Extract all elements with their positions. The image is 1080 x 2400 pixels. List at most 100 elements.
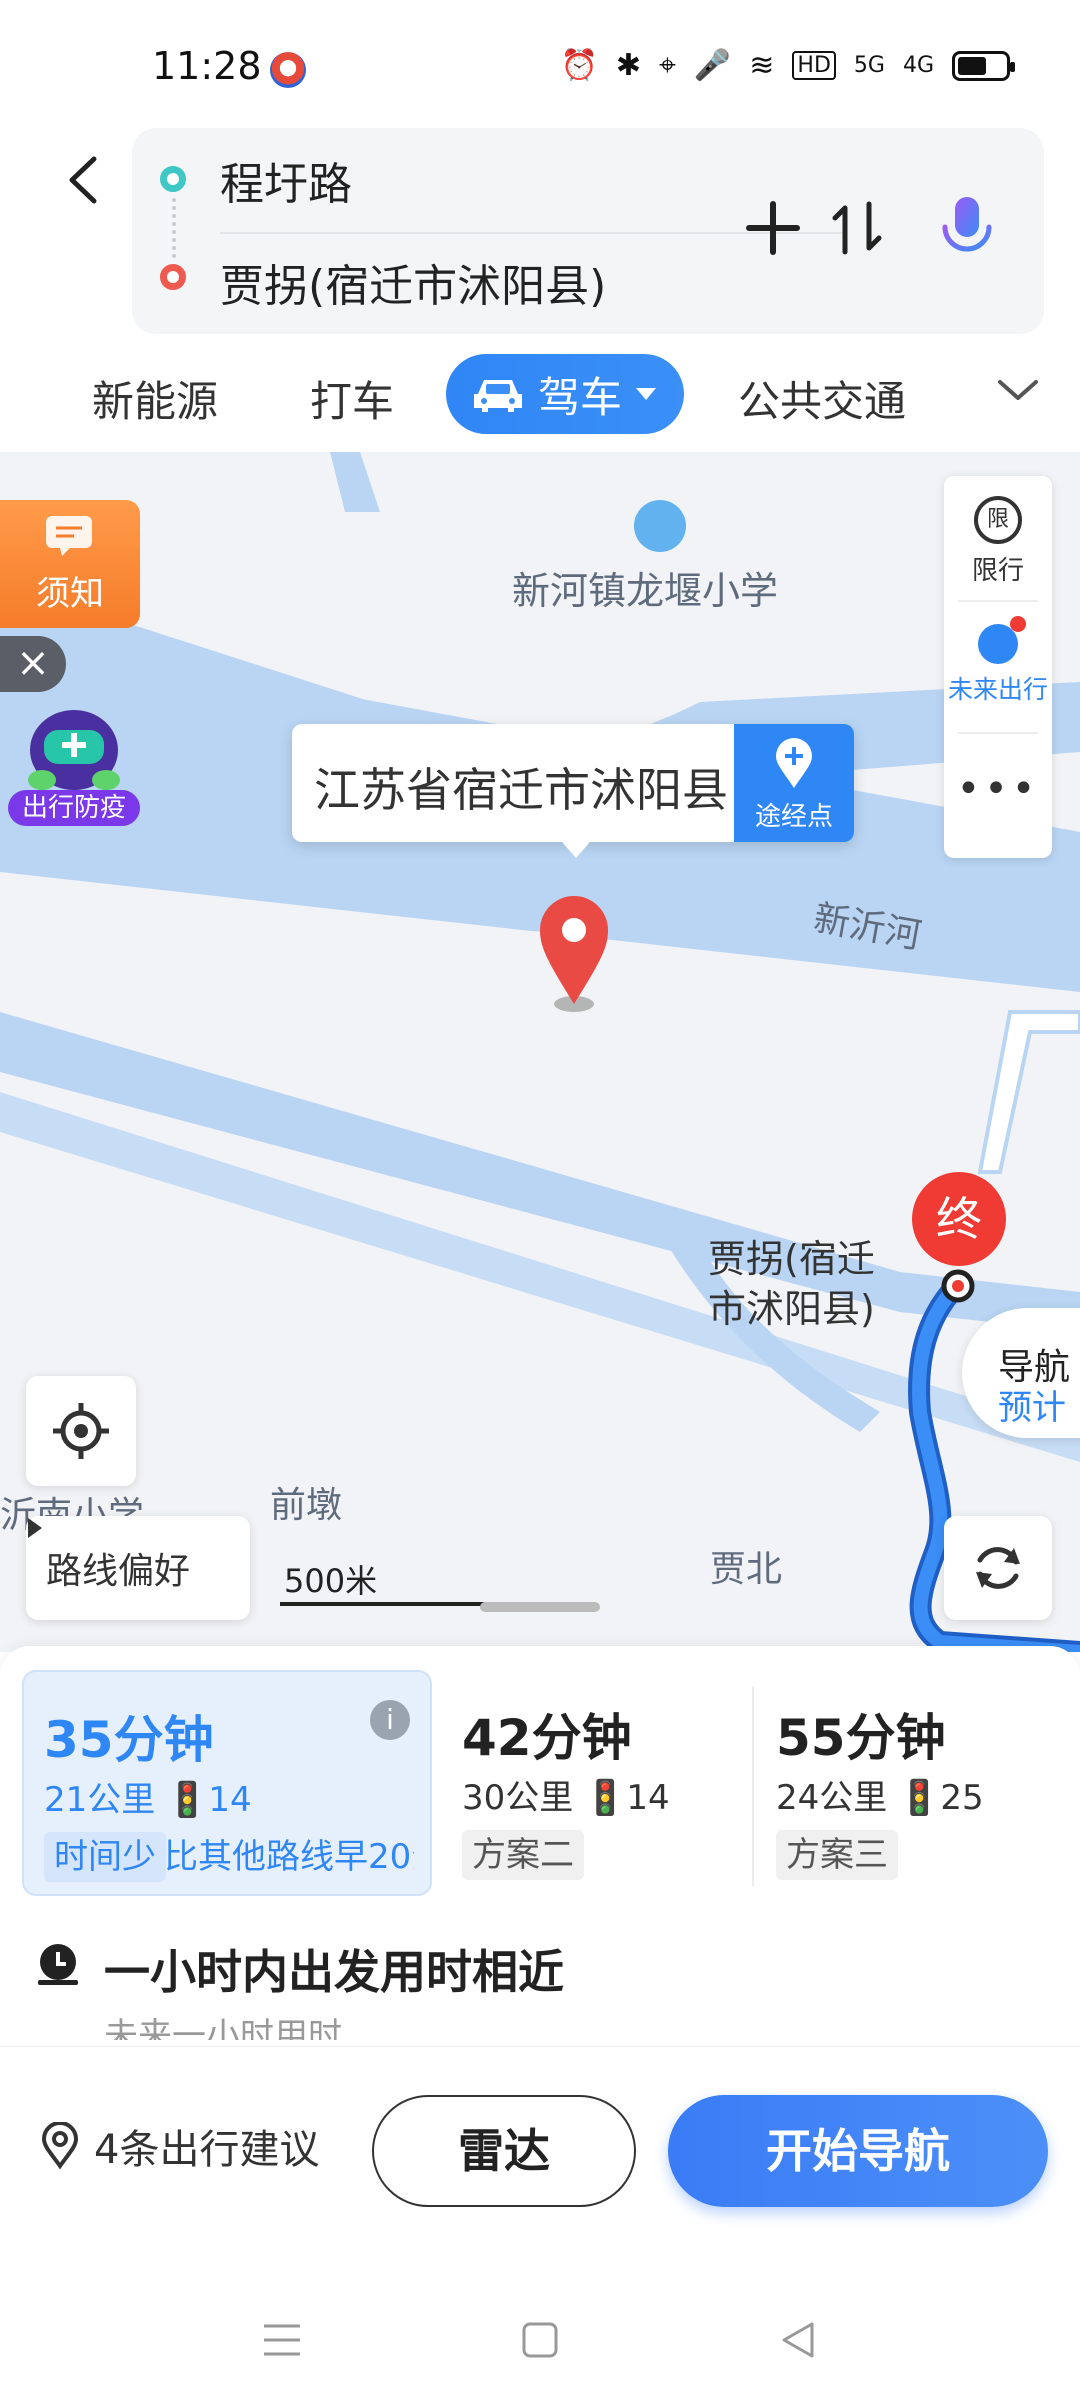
popup-address: 江苏省宿迁市沭阳县: [314, 763, 728, 817]
microphone-icon: [942, 197, 992, 262]
baidu-app-icon: [270, 52, 306, 88]
travel-epidemic-button[interactable]: 出行防疫: [8, 700, 140, 832]
status-bar: 11:28 ⏰ ✱ ⌖ 🎤 ≋ HD 5G 4G: [0, 0, 1080, 130]
route-distance: 21公里: [44, 1780, 156, 1820]
route-tag: 时间少: [44, 1832, 166, 1882]
future-travel-button[interactable]: 未来出行: [944, 616, 1052, 706]
triangle-back-icon: [782, 2322, 814, 2358]
clock-icon: [38, 1944, 78, 1985]
location-outline-icon: [41, 2122, 79, 2170]
menu-button[interactable]: [252, 2310, 312, 2370]
restriction-button[interactable]: 限 限行: [944, 496, 1052, 587]
hd-icon: HD: [792, 51, 836, 80]
locate-button[interactable]: [26, 1376, 136, 1486]
location-popup[interactable]: 江苏省宿迁市沭阳县 途经点: [292, 724, 854, 858]
route-preference-label: 路线偏好: [46, 1551, 191, 1592]
route-meta: 30公里 🚦14: [462, 1770, 670, 1819]
system-navigation-bar: [0, 2270, 1080, 2400]
action-bar: 4条出行建议 雷达 开始导航: [0, 2046, 1080, 2207]
notice-label: 须知: [36, 574, 104, 614]
destination-field[interactable]: 贾拐(宿迁市沭阳县): [220, 250, 606, 314]
add-waypoint-popup-button[interactable]: 途经点: [734, 724, 854, 842]
wifi-icon: ≋: [749, 48, 775, 83]
route-input-card: 程圩路 贾拐(宿迁市沭阳县): [132, 128, 1044, 334]
route-option-2[interactable]: 42分钟 30公里 🚦14 方案二: [442, 1670, 742, 1896]
close-icon[interactable]: ×: [0, 636, 66, 692]
status-icons: ⏰ ✱ ⌖ 🎤 ≋ HD 5G 4G: [561, 48, 1015, 83]
voice-input-button[interactable]: [932, 193, 1002, 263]
home-button[interactable]: [510, 2310, 570, 2370]
swap-icon: [832, 201, 882, 255]
tab-drive-label: 驾车: [538, 372, 623, 422]
future-travel-label: 未来出行: [947, 675, 1048, 704]
route-distance: 24公里: [776, 1778, 888, 1818]
tip-title: 一小时内出发用时相近: [104, 1945, 564, 1999]
more-button[interactable]: •••: [944, 766, 1052, 812]
notice-button[interactable]: 须知: [0, 500, 140, 628]
end-marker: 终: [912, 1172, 1006, 1266]
destination-dot-icon: [160, 264, 186, 290]
transport-mode-tabs: 新能源 打车 驾车 公共交通: [0, 350, 1080, 450]
info-icon[interactable]: i: [370, 1700, 410, 1740]
mic-icon: 🎤: [693, 48, 732, 83]
route-time: 35分钟: [44, 1711, 214, 1769]
system-back-button[interactable]: [768, 2310, 828, 2370]
tab-taxi[interactable]: 打车: [310, 368, 394, 429]
message-icon: [46, 516, 92, 556]
stopwatch-icon: [974, 616, 1026, 664]
route-meta: 21公里 🚦14: [44, 1772, 252, 1821]
battery-icon: [952, 50, 1015, 81]
4g-signal-icon: 4G: [902, 53, 934, 78]
waypoint-pin-icon: [776, 738, 812, 788]
back-button[interactable]: [52, 150, 112, 210]
refresh-icon: [976, 1547, 1020, 1589]
nav-preview-bubble[interactable]: 导航 预计: [962, 1308, 1080, 1438]
route-time: 55分钟: [776, 1709, 946, 1767]
epidemic-label: 出行防疫: [8, 790, 140, 826]
panel-divider: [958, 600, 1038, 602]
restriction-label: 限行: [971, 556, 1024, 586]
travel-suggestions-button[interactable]: 4条出行建议: [40, 2117, 319, 2175]
route-tag: 方案三: [776, 1830, 898, 1880]
route-option-3[interactable]: 55分钟 24公里 🚦25 方案三: [756, 1670, 1056, 1896]
refresh-route-button[interactable]: [944, 1516, 1052, 1620]
route-option-1[interactable]: 35分钟 i 21公里 🚦14 时间少 比其他路线早20分钟: [22, 1670, 432, 1896]
route-lights: 25: [940, 1778, 984, 1818]
traffic-light-icon: 🚦: [584, 1778, 627, 1818]
route-connector: [172, 198, 176, 258]
popup-arrow: [562, 842, 590, 858]
sheet-drag-handle[interactable]: [480, 1602, 600, 1612]
destination-map-label-line2: 市沭阳县): [708, 1287, 875, 1331]
square-icon: [522, 2322, 558, 2358]
route-preference-button[interactable]: 路线偏好: [26, 1516, 250, 1620]
swap-route-button[interactable]: [822, 193, 892, 263]
dropdown-triangle-icon: [636, 388, 657, 400]
route-extra: 比其他路线早20分钟: [164, 1837, 414, 1877]
radar-button[interactable]: 雷达: [372, 2095, 636, 2207]
crosshair-icon: [53, 1403, 109, 1459]
origin-field[interactable]: 程圩路: [220, 148, 352, 212]
add-waypoint-button[interactable]: [738, 193, 808, 263]
scale-bar: [280, 1602, 496, 1606]
destination-map-label-line1: 贾拐(宿迁: [708, 1237, 875, 1281]
panel-divider: [958, 732, 1038, 734]
more-tabs-button[interactable]: [996, 376, 1040, 408]
triangle-right-icon: [28, 1518, 42, 1538]
tab-drive[interactable]: 驾车: [446, 354, 684, 434]
route-lights: 14: [626, 1778, 670, 1818]
menu-icon: [264, 2324, 300, 2356]
route-meta: 24公里 🚦25: [776, 1770, 984, 1819]
option-separator: [752, 1686, 754, 1886]
tab-new-energy[interactable]: 新能源: [92, 368, 218, 429]
tab-public-transit[interactable]: 公共交通: [738, 368, 906, 429]
suggestions-label: 4条出行建议: [94, 2127, 320, 2173]
place-label-qiandun: 前墩: [270, 1485, 343, 1526]
traffic-light-icon: 🚦: [898, 1778, 941, 1818]
tip-subtitle: 未来一小时用时: [104, 2016, 342, 2040]
map-view[interactable]: 新河镇龙堰小学 新沂河 江苏省宿迁市沭阳县 途经点 须知 × 出行防疫 限 限行…: [0, 452, 1080, 1652]
traffic-light-icon: 🚦: [166, 1780, 209, 1820]
robot-mascot-icon: [28, 710, 120, 790]
route-time: 42分钟: [462, 1709, 632, 1767]
start-navigation-button[interactable]: 开始导航: [668, 2095, 1048, 2207]
5g-signal-icon: 5G: [853, 53, 885, 78]
